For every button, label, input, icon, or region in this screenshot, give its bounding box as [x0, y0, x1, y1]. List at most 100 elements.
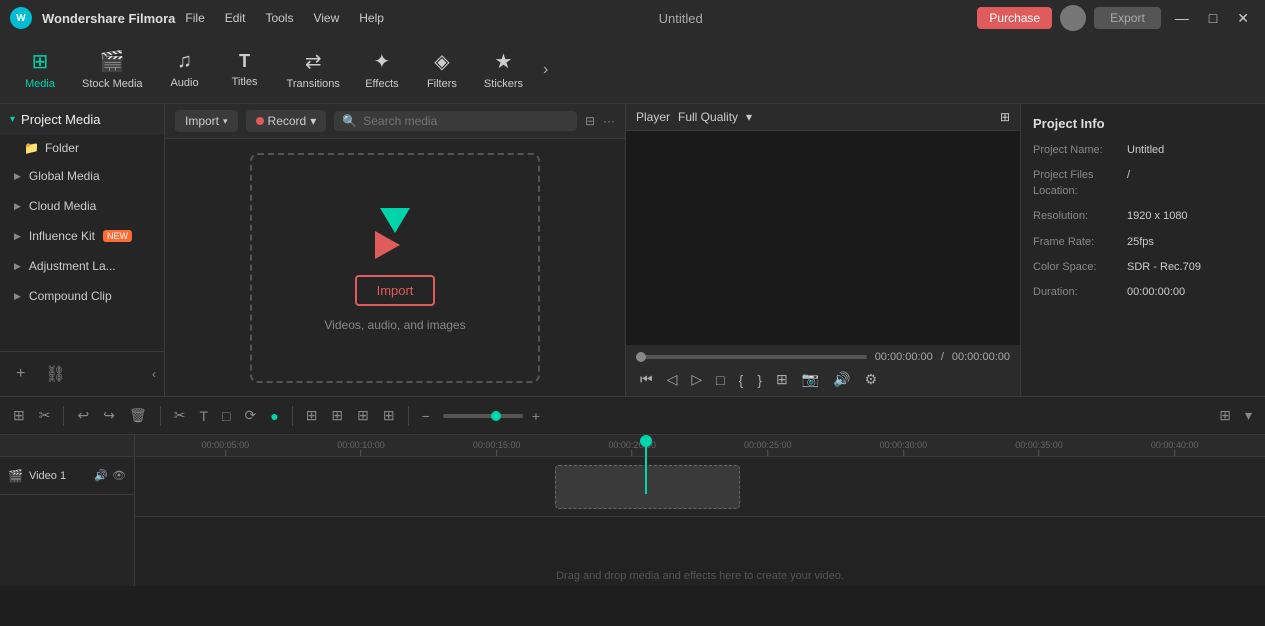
zoom-out-icon[interactable]: −	[417, 406, 435, 426]
folder-item[interactable]: 📁 Folder	[0, 135, 164, 161]
sidebar-item-adjustment[interactable]: ▶ Adjustment La...	[0, 251, 164, 281]
media-area: Import ▾ Record ▾ 🔍 ⊟ ···	[165, 104, 625, 396]
timeline-rotate-btn[interactable]: ⟳	[239, 405, 261, 426]
frame-back-button[interactable]: ◁	[663, 369, 682, 390]
toolbar-effects[interactable]: ✦ Effects	[352, 45, 412, 94]
sidebar-item-compound-clip[interactable]: ▶ Compound Clip	[0, 281, 164, 311]
maximize-button[interactable]: □	[1203, 10, 1223, 26]
player-buttons: ⏮ ◁ ▷ □ { } ⊞ 📷 🔊 ⚙	[636, 369, 1010, 390]
player-toolbar: Player Full Quality ▾ ⊞	[626, 104, 1020, 131]
stock-media-label: Stock Media	[82, 78, 143, 90]
sidebar-item-cloud-media[interactable]: ▶ Cloud Media	[0, 191, 164, 221]
sidebar-item-influence-kit[interactable]: ▶ Influence Kit NEW	[0, 221, 164, 251]
more-options-icon[interactable]: ···	[603, 114, 615, 128]
close-button[interactable]: ✕	[1231, 10, 1255, 27]
timeline-color-btn[interactable]: ⊞	[352, 405, 374, 426]
timeline-settings-btn[interactable]: ▾	[1240, 405, 1257, 426]
ruler-tick	[632, 450, 633, 456]
timeline-cursor[interactable]	[645, 435, 647, 494]
info-row-name: Project Name: Untitled	[1033, 143, 1253, 158]
stock-media-icon: 🎬	[100, 49, 125, 74]
time-separator: /	[941, 351, 944, 363]
title-bar-right: Purchase Export — □ ✕	[977, 5, 1255, 31]
collapse-panel-button[interactable]: ‹	[152, 360, 156, 388]
search-input[interactable]	[363, 114, 569, 128]
zoom-thumb[interactable]	[491, 411, 501, 421]
info-label-resolution: Resolution:	[1033, 209, 1123, 224]
info-row-resolution: Resolution: 1920 x 1080	[1033, 209, 1253, 224]
timeline-layout-btn[interactable]: ⊞	[1214, 405, 1236, 426]
toolbar-filters[interactable]: ◈ Filters	[412, 45, 472, 94]
left-panel-bottom: + ⛓ ‹	[0, 351, 164, 396]
skip-back-button[interactable]: ⏮	[636, 369, 657, 390]
stop-button[interactable]: □	[712, 370, 728, 390]
sidebar-item-global-media[interactable]: ▶ Global Media	[0, 161, 164, 191]
menu-help[interactable]: Help	[359, 11, 384, 25]
prev-frame-button[interactable]: ⊞	[772, 369, 792, 390]
zoom-in-icon[interactable]: +	[527, 406, 545, 426]
import-media-button[interactable]: Import	[355, 275, 436, 306]
progress-bar[interactable]	[636, 355, 867, 359]
user-avatar[interactable]	[1060, 5, 1086, 31]
more-controls-button[interactable]: ⚙	[861, 369, 882, 390]
minimize-button[interactable]: —	[1169, 10, 1195, 26]
link-button[interactable]: ⛓	[37, 360, 73, 388]
timeline-ruler-area: 00:00:05:00 00:00:10:00 00:00:15:00 00:0…	[135, 435, 1265, 586]
separator	[292, 406, 293, 426]
export-button[interactable]: Export	[1094, 7, 1161, 29]
add-folder-button[interactable]: +	[8, 360, 33, 388]
purchase-button[interactable]: Purchase	[977, 7, 1052, 29]
timeline-text-btn[interactable]: T	[194, 406, 213, 426]
mark-out-button[interactable]: }	[753, 370, 766, 390]
toolbar-stickers[interactable]: ★ Stickers	[472, 45, 535, 94]
timeline-delete-btn[interactable]: 🗑	[124, 405, 152, 426]
timeline-redo-btn[interactable]: ↪	[98, 405, 120, 426]
timeline-audio-btn[interactable]: ⊞	[378, 405, 400, 426]
info-row-framerate: Frame Rate: 25fps	[1033, 235, 1253, 250]
zoom-track[interactable]	[443, 414, 523, 418]
window-title: Untitled	[659, 11, 703, 26]
sidebar-label: Adjustment La...	[29, 259, 116, 273]
toolbar-transitions[interactable]: ⇄ Transitions	[275, 45, 352, 94]
menu-file[interactable]: File	[185, 11, 204, 25]
timeline-ai-btn[interactable]: ⊞	[326, 405, 348, 426]
fullscreen-icon[interactable]: ⊞	[1000, 110, 1010, 124]
menu-edit[interactable]: Edit	[225, 11, 246, 25]
media-icon: ⊞	[32, 49, 49, 74]
play-button[interactable]: ▷	[687, 369, 706, 390]
snapshot-button[interactable]: 📷	[798, 369, 823, 390]
title-bar: W Wondershare Filmora File Edit Tools Vi…	[0, 0, 1265, 36]
timeline-cut-btn[interactable]: ✂	[169, 405, 191, 426]
timeline-speed-btn[interactable]: ⊞	[301, 405, 323, 426]
ruler-tick	[360, 450, 361, 456]
ruler-mark-40: 00:00:40:00	[1151, 440, 1199, 456]
mark-in-button[interactable]: {	[735, 370, 748, 390]
toolbar-expand-button[interactable]: ›	[535, 61, 556, 79]
toolbar-titles[interactable]: T Titles	[215, 47, 275, 92]
toolbar-audio[interactable]: ♫ Audio	[155, 46, 215, 93]
record-button[interactable]: Record ▾	[246, 110, 327, 132]
filter-icon[interactable]: ⊟	[585, 114, 595, 128]
timeline-magnet-btn[interactable]: ✂	[34, 405, 56, 426]
timeline-record-btn[interactable]: ●	[265, 406, 283, 426]
quality-dropdown-arrow[interactable]: ▾	[746, 110, 752, 124]
record-dot-icon	[256, 117, 264, 125]
timeline-scene-btn[interactable]: ⊞	[8, 405, 30, 426]
import-button-toolbar[interactable]: Import ▾	[175, 110, 238, 132]
drag-clip[interactable]	[555, 465, 740, 509]
track-visibility-button[interactable]: 👁	[112, 469, 126, 482]
timeline-crop-btn[interactable]: □	[217, 406, 235, 426]
filmora-logo-svg	[365, 203, 425, 263]
audio-button[interactable]: 🔊	[829, 369, 854, 390]
menu-tools[interactable]: Tools	[265, 11, 293, 25]
timeline-content: 🎬 Video 1 🔊 👁 00:00:05:00 00:00:10:00	[0, 435, 1265, 586]
drop-zone[interactable]: Import Videos, audio, and images	[250, 153, 540, 383]
progress-handle[interactable]	[636, 352, 646, 362]
zoom-slider	[443, 414, 523, 418]
timeline-drop-hint: Drag and drop media and effects here to …	[556, 570, 844, 582]
timeline-undo-btn[interactable]: ↩	[72, 405, 94, 426]
track-mute-button[interactable]: 🔊	[94, 469, 108, 482]
toolbar-media[interactable]: ⊞ Media	[10, 45, 70, 94]
toolbar-stock-media[interactable]: 🎬 Stock Media	[70, 45, 155, 94]
menu-view[interactable]: View	[313, 11, 339, 25]
